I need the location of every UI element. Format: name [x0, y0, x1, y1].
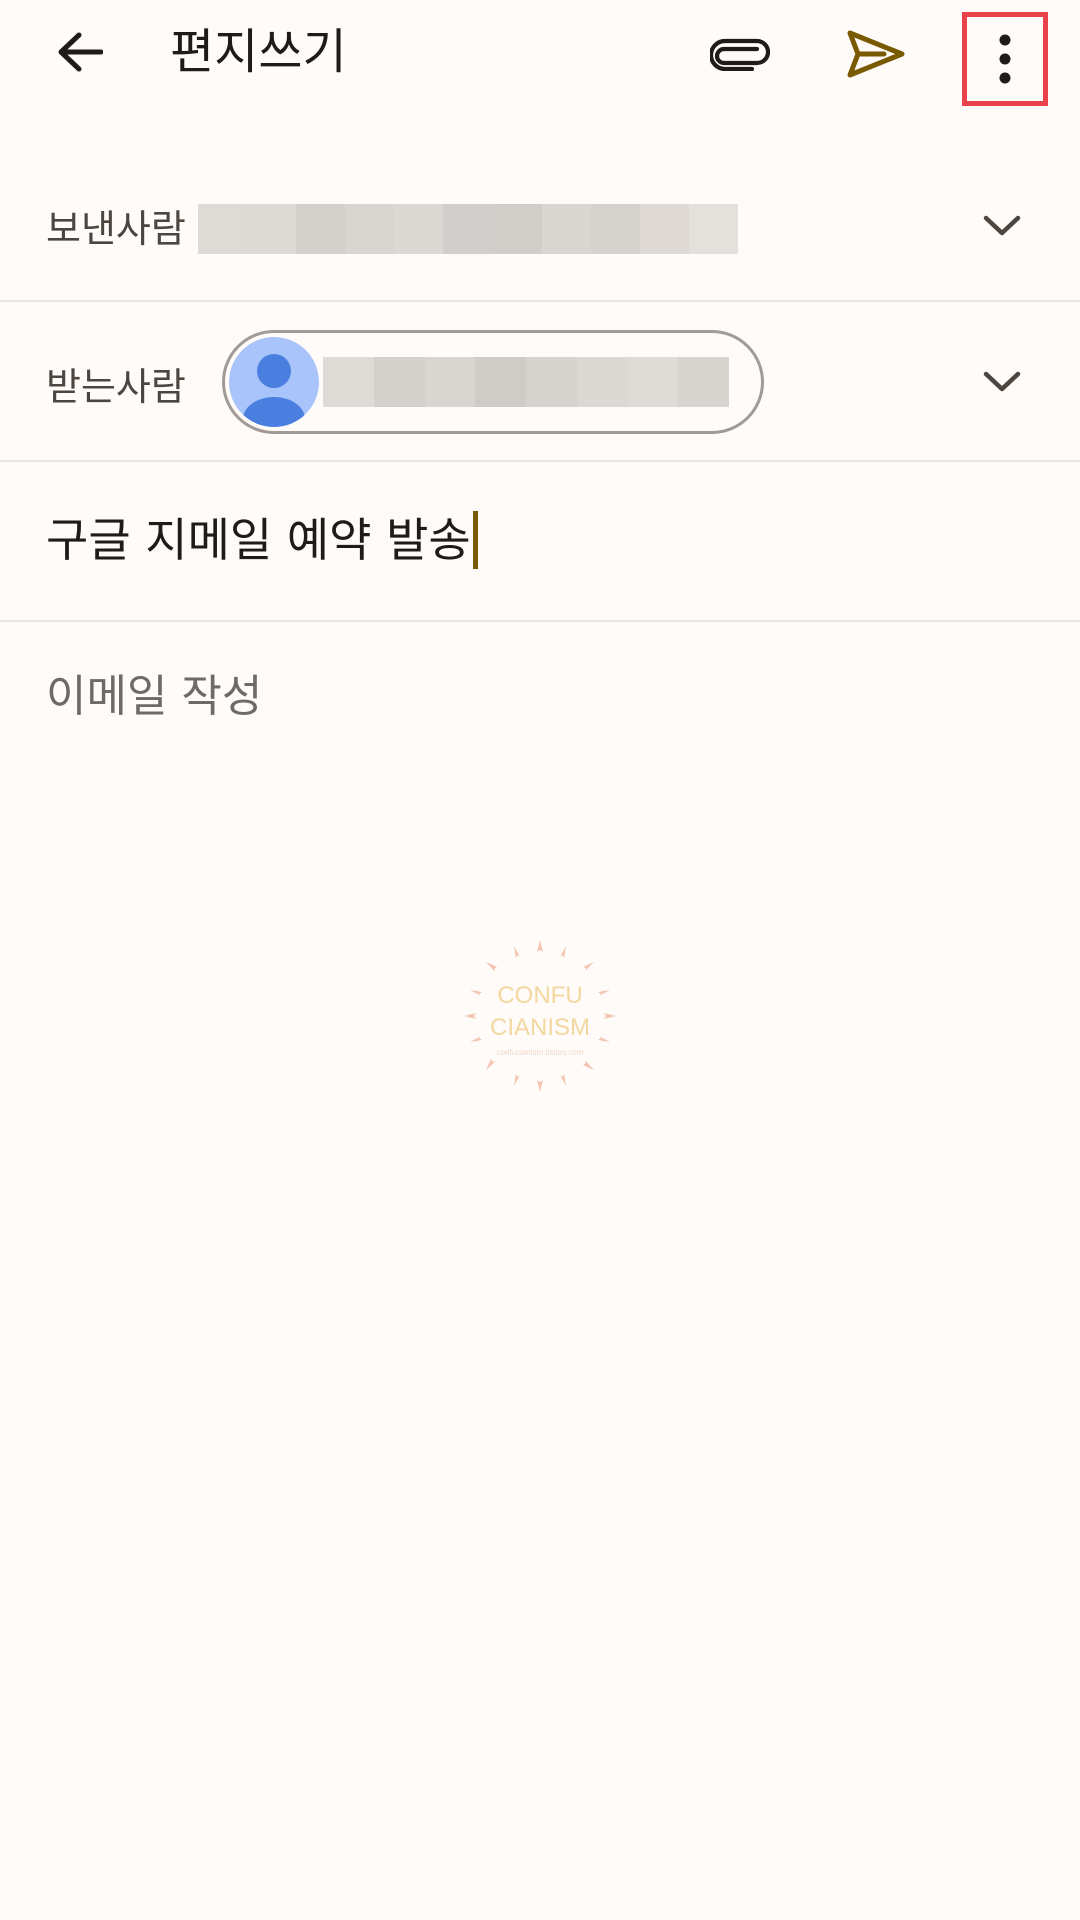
body-input[interactable]: 이메일 작성	[46, 660, 262, 724]
sender-address-redacted	[198, 204, 739, 254]
compose-screen: 편지쓰기 보낸사람 받는사람 구글 지메일 예약 발송 이메일 작성 CONFU…	[0, 0, 1080, 1920]
subject-text: 구글 지메일 예약 발송	[46, 513, 471, 567]
from-row[interactable]: 보낸사람	[0, 144, 1080, 302]
top-app-bar: 편지쓰기	[0, 0, 1080, 110]
chevron-down-icon	[983, 371, 1021, 392]
attach-button[interactable]	[700, 18, 780, 90]
subject-input[interactable]: 구글 지메일 예약 발송	[46, 510, 478, 570]
send-button[interactable]	[836, 18, 916, 90]
avatar	[229, 337, 319, 427]
page-title: 편지쓰기	[170, 24, 347, 80]
from-dropdown-button[interactable]	[978, 202, 1026, 250]
back-button[interactable]	[46, 18, 114, 86]
from-label: 보낸사람	[46, 207, 186, 251]
more-options-button[interactable]	[962, 12, 1048, 106]
watermark-text-line2: CIANISM	[489, 1014, 590, 1041]
person-icon	[243, 354, 305, 427]
send-icon	[847, 30, 905, 78]
arrow-left-icon	[58, 32, 103, 72]
watermark-logo: CONFU CIANISM confucianism.tistory.com	[464, 940, 616, 1092]
to-label: 받는사람	[46, 365, 186, 409]
chevron-down-icon	[983, 215, 1021, 236]
recipient-address-redacted	[323, 357, 729, 407]
to-row[interactable]: 받는사람	[0, 302, 1080, 462]
paperclip-icon	[710, 38, 770, 71]
subject-field[interactable]: 구글 지메일 예약 발송	[0, 462, 1080, 622]
more-vertical-icon	[999, 34, 1011, 84]
recipient-chip[interactable]	[222, 330, 764, 434]
watermark-text-line3: confucianism.tistory.com	[496, 1048, 584, 1057]
to-dropdown-button[interactable]	[978, 358, 1026, 406]
text-cursor	[472, 511, 478, 569]
watermark-text-line1: CONFU	[497, 982, 583, 1009]
